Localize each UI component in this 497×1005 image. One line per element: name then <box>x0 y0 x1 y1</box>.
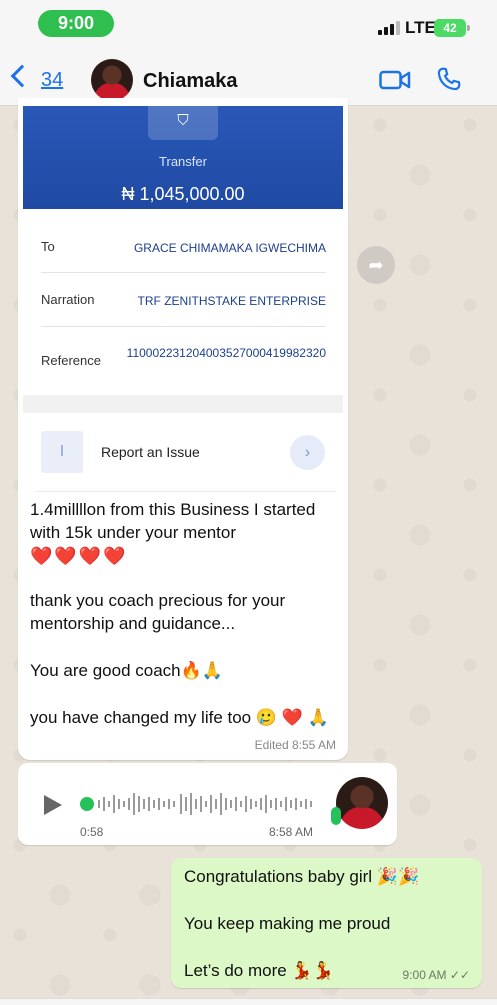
signal-icon <box>378 21 402 35</box>
message-timestamp: 9:00 AM ✓✓ <box>402 968 470 982</box>
battery-icon: 42 <box>434 19 470 37</box>
message-text: Congratulations baby girl 🎉🎉 <box>184 867 420 886</box>
play-icon[interactable] <box>44 795 62 815</box>
video-call-icon[interactable] <box>379 70 411 90</box>
mic-icon <box>331 807 341 825</box>
receipt-details: To GRACE CHIMAMAKA IGWECHIMA Narration T… <box>23 209 343 397</box>
transfer-label: Transfer <box>159 154 207 169</box>
phone-call-icon[interactable] <box>436 66 462 92</box>
waveform[interactable] <box>80 789 316 819</box>
back-unread-count[interactable]: 34 <box>41 69 63 92</box>
receipt-row-narration: Narration TRF ZENITHSTAKE ENTERPRISE <box>41 273 326 327</box>
divider <box>23 395 343 413</box>
hearts-emoji: ❤️❤️❤️❤️ <box>30 546 128 566</box>
message-text: 1.4millllon from this Business I started… <box>30 500 316 542</box>
back-chevron-icon[interactable] <box>10 64 34 88</box>
message-text: you have changed my life too 🥲 ❤️ 🙏 <box>30 708 329 727</box>
status-bar: 9:00 LTE 42 <box>0 0 497 50</box>
row-key: Narration <box>41 292 95 307</box>
message-text: Let’s do more 💃💃 <box>184 961 334 980</box>
voice-timestamp: 8:58 AM <box>269 825 314 839</box>
row-value: GRACE CHIMAMAKA IGWECHIMA <box>133 241 326 255</box>
playhead-dot[interactable] <box>80 797 94 811</box>
row-value: TRF ZENITHSTAKE ENTERPRISE <box>137 294 326 308</box>
voice-message-bubble[interactable]: 0:58 8:58 AM <box>18 763 397 845</box>
message-text: You are good coach🔥🙏 <box>30 661 223 680</box>
receipt-row-to: To GRACE CHIMAMAKA IGWECHIMA <box>41 225 326 273</box>
receipt-row-reference: Reference 110002231204003527000419982320 <box>41 327 326 393</box>
network-label: LTE <box>405 18 436 37</box>
row-key: To <box>41 239 55 254</box>
transfer-amount: ₦ 1,045,000.00 <box>121 184 245 204</box>
input-bar <box>0 998 497 1005</box>
message-text: thank you coach precious for your mentor… <box>30 591 286 633</box>
avatar[interactable] <box>91 59 133 101</box>
receipt-header: ⛉ Transfer ₦ 1,045,000.00 <box>23 106 343 209</box>
contact-name[interactable]: Chiamaka <box>143 70 238 93</box>
message-timestamp: Edited 8:55 AM <box>254 738 336 752</box>
voice-sender-avatar <box>336 777 388 829</box>
outgoing-message-bubble[interactable]: Congratulations baby girl 🎉🎉 You keep ma… <box>171 858 482 988</box>
receipt-message-bubble[interactable]: ⛉ Transfer ₦ 1,045,000.00 To GRACE CHIMA… <box>18 98 348 760</box>
message-text: You keep making me proud <box>184 914 391 933</box>
row-value: 110002231204003527000419982320 <box>126 346 326 360</box>
chevron-right-icon[interactable]: › <box>290 435 325 470</box>
divider <box>36 491 336 492</box>
report-issue-label[interactable]: Report an Issue <box>101 444 200 460</box>
row-key: Reference <box>41 353 101 368</box>
forward-button[interactable]: ➦ <box>357 246 395 284</box>
voice-duration: 0:58 <box>80 825 104 839</box>
report-issue-icon: I <box>41 431 83 473</box>
status-time: 9:00 <box>38 10 114 37</box>
transfer-icon: ⛉ <box>148 106 218 140</box>
